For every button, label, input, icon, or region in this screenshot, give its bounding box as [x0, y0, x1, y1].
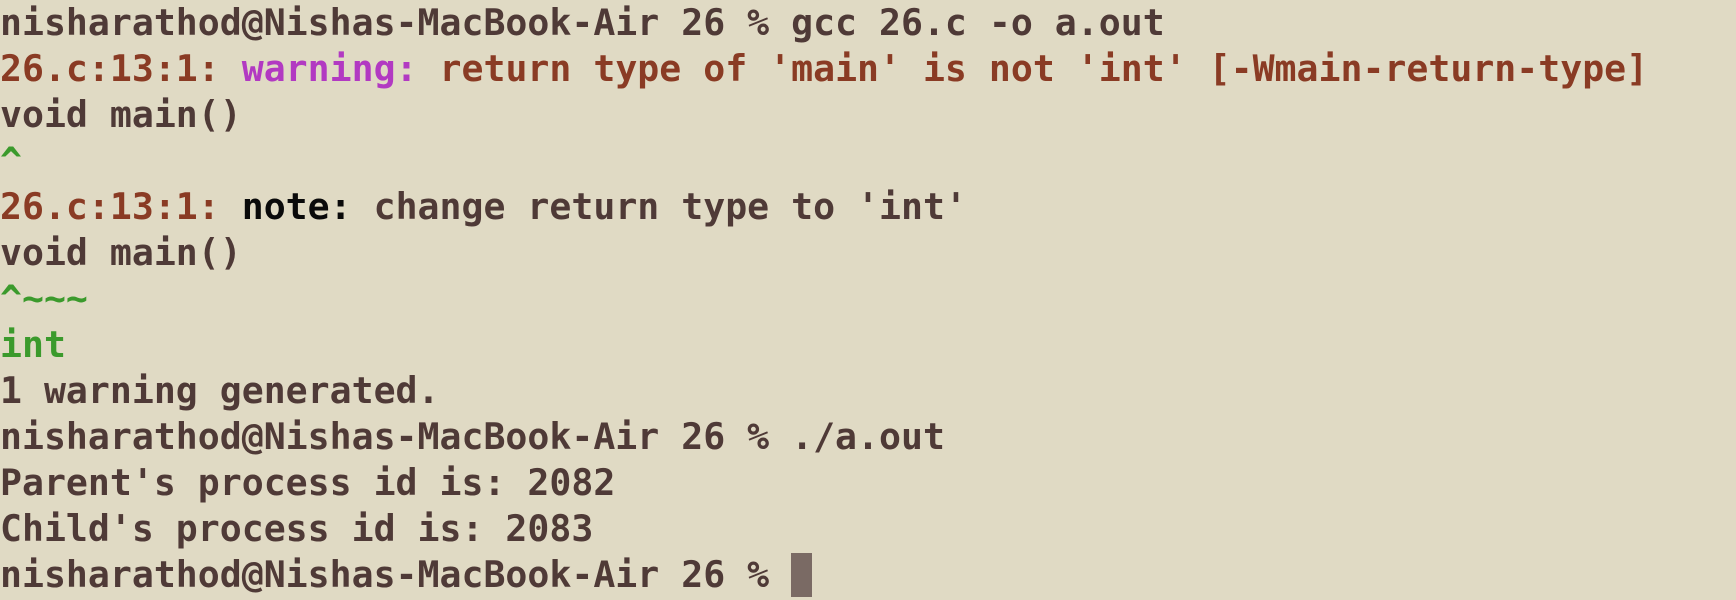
source-line: void main()	[0, 93, 242, 136]
diagnostic-note-line: 26.c:13:1: note: change return type to '…	[0, 184, 967, 230]
diagnostic-location: 26.c:13:1:	[0, 185, 242, 228]
program-output-line: Parent's process id is: 2082	[0, 461, 616, 504]
command-text: ./a.out	[791, 415, 945, 458]
shell-prompt: nisharathod@Nishas-MacBook-Air 26 %	[0, 415, 792, 458]
text-cursor[interactable]	[791, 553, 813, 597]
terminal-window[interactable]: nisharathod@Nishas-MacBook-Air 26 % gcc …	[0, 0, 1736, 600]
program-output-line: Child's process id is: 2083	[0, 507, 594, 550]
command-text: gcc 26.c -o a.out	[791, 1, 1165, 44]
diagnostic-message: change return type to 'int'	[373, 185, 967, 228]
diagnostic-message: return type of 'main' is not 'int' [-Wma…	[439, 47, 1649, 90]
diagnostic-severity-note: note:	[241, 185, 374, 228]
caret-marker: ^	[0, 139, 22, 182]
diagnostic-location: 26.c:13:1:	[0, 47, 242, 90]
warning-summary: 1 warning generated.	[0, 369, 440, 412]
diagnostic-severity-warning: warning:	[241, 47, 440, 90]
prompt-line-1: nisharathod@Nishas-MacBook-Air 26 % gcc …	[0, 0, 1165, 46]
shell-prompt: nisharathod@Nishas-MacBook-Air 26 %	[0, 553, 792, 596]
source-line: void main()	[0, 231, 242, 274]
prompt-line-current[interactable]: nisharathod@Nishas-MacBook-Air 26 %	[0, 552, 813, 598]
shell-prompt: nisharathod@Nishas-MacBook-Air 26 %	[0, 1, 792, 44]
caret-marker: ^~~~	[0, 277, 88, 320]
prompt-line-2: nisharathod@Nishas-MacBook-Air 26 % ./a.…	[0, 414, 945, 460]
fixit-hint: int	[0, 323, 66, 366]
diagnostic-warning-line: 26.c:13:1: warning: return type of 'main…	[0, 46, 1648, 92]
